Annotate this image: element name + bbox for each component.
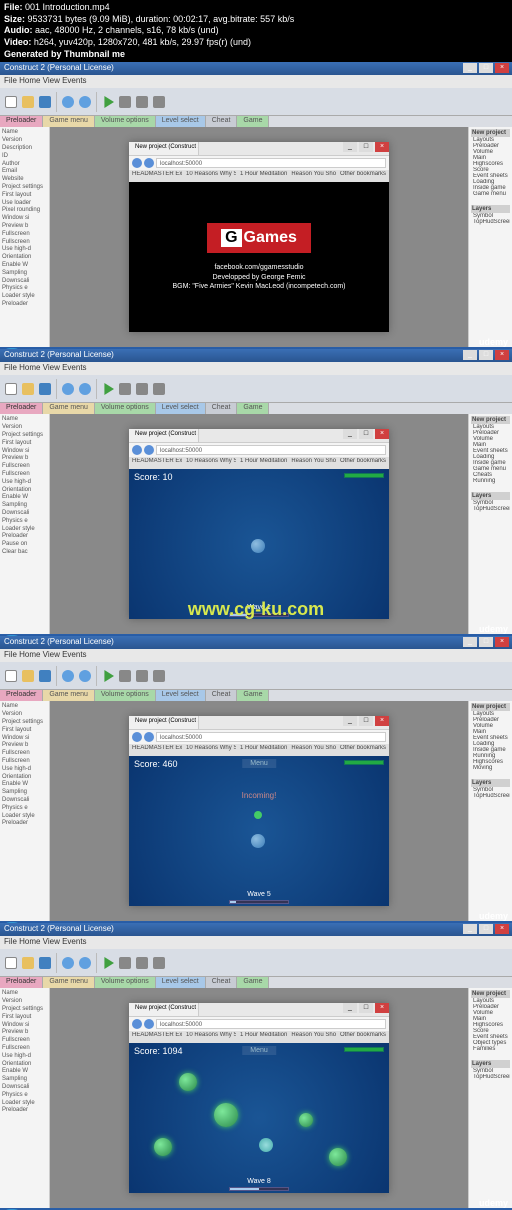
game-view-wave8[interactable]: Score: 1094 Menu Wave 8 [129,1043,389,1193]
tab-volume[interactable]: Volume options [95,116,156,127]
project-panel[interactable]: New project LayoutsPreloaderVolumeMainHi… [468,127,512,347]
maximize-button[interactable]: □ [479,63,493,73]
home-icon[interactable] [151,92,167,112]
tab-level[interactable]: Level select [156,116,206,127]
player-ship[interactable] [251,539,265,553]
minimize-button[interactable]: _ [463,63,477,73]
wave-progress [229,613,289,617]
bookmarks-bar[interactable]: HEADMASTER Ext10 Reasons Why So1 Hour Me… [129,170,389,182]
tab-game[interactable]: Game [237,116,269,127]
game-splash: GGames facebook.com/ggamesstudioDevelopp… [129,182,389,332]
layout-tabs[interactable]: Preloader Game menu Volume options Level… [0,116,512,127]
thumbnail-1: Construct 2 (Personal License) _□× File … [0,62,512,349]
enemy-blob [179,1073,197,1091]
wave-label: Wave 1 [247,604,270,611]
game-view-wave5[interactable]: Score: 460 Menu Incoming! Wave 5 [129,756,389,906]
browser-window: New project (Construct 2) _□× localhost:… [129,142,389,332]
thumbnail-3: Construct 2 (Personal License)_□× File H… [0,636,512,923]
player-ship[interactable] [251,834,265,848]
tab-cheat[interactable]: Cheat [206,116,238,127]
ggames-logo: GGames [207,223,311,253]
player-ship[interactable] [259,1138,273,1152]
thumbnail-4: Construct 2 (Personal License)_□× File H… [0,923,512,1210]
thumbnail-2: Construct 2 (Personal License)_□× File H… [0,349,512,636]
undo-icon[interactable] [60,92,76,112]
properties-panel[interactable]: NameVersionDescriptionIDAuthorEmailWebsi… [0,127,50,347]
forward-icon[interactable] [144,158,154,168]
enemy-blob [299,1113,313,1127]
media-info-header: File: 001 Introduction.mp4 Size: 9533731… [0,0,512,62]
enemy-small [254,811,262,819]
enemy-blob [154,1138,172,1156]
app-toolbar [0,88,512,116]
address-bar[interactable]: localhost:50000 [156,158,386,168]
app-menubar[interactable]: File Home View Events [0,75,512,88]
save-icon[interactable] [37,92,53,112]
back-icon[interactable] [132,158,142,168]
game-menu-button[interactable]: Menu [242,759,276,768]
debug-icon[interactable] [117,92,133,112]
close-button[interactable]: × [495,63,509,73]
tab-gamemenu[interactable]: Game menu [43,116,95,127]
enemy-blob [329,1148,347,1166]
incoming-text: Incoming! [242,791,277,800]
layout-canvas[interactable]: New project (Construct 2) _□× localhost:… [50,127,468,347]
health-bar [344,473,384,478]
browser-tab[interactable]: New project (Construct 2) [129,142,199,155]
app-titlebar: Construct 2 (Personal License) _□× [0,62,512,75]
score-display: Score: 10 [134,472,173,482]
enemy-blob [214,1103,238,1127]
new-icon[interactable] [3,92,19,112]
export-icon[interactable] [134,92,150,112]
game-view-wave1[interactable]: Score: 10 Wave 1 [129,469,389,619]
open-icon[interactable] [20,92,36,112]
udemy-watermark: udemy [479,337,508,347]
run-icon[interactable] [100,92,116,112]
redo-icon[interactable] [77,92,93,112]
tab-preloader[interactable]: Preloader [0,116,43,127]
